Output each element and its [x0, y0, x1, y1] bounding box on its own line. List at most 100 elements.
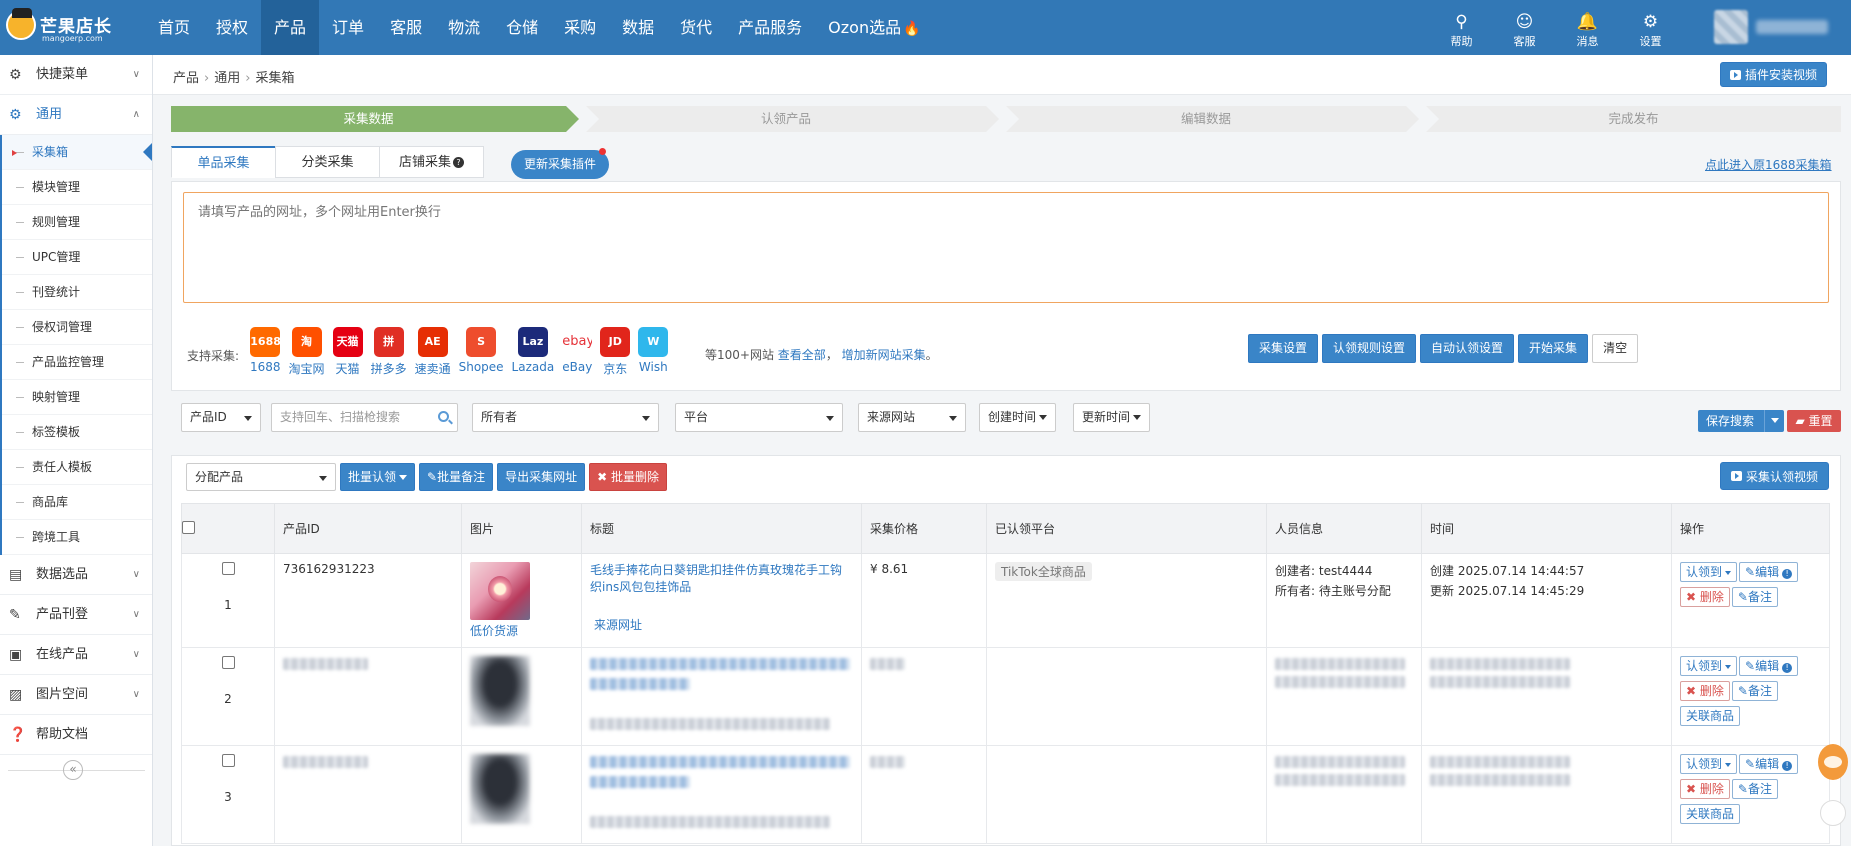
updated-time-sort[interactable]: 更新时间 [1073, 403, 1151, 432]
logo[interactable]: 芒果店长 mangoerp.com [6, 8, 126, 46]
customer-service-button[interactable]: ☺ 客服 [1493, 0, 1556, 55]
blurred-title[interactable] [590, 678, 690, 690]
link-product-button[interactable]: 关联商品 [1680, 804, 1741, 824]
product-thumbnail-blurred[interactable] [470, 754, 530, 824]
nav-item-7[interactable]: 采购 [551, 0, 609, 55]
nav-item-3[interactable]: 订单 [319, 0, 377, 55]
source-site-select[interactable]: 来源网站 [858, 403, 966, 432]
sidebar-group-help-docs[interactable]: ❓ 帮助文档 [0, 715, 152, 755]
product-id-select[interactable]: 产品ID [181, 403, 261, 432]
note-button[interactable]: ✎备注 [1731, 779, 1778, 799]
reset-button[interactable]: ▰ 重置 [1787, 410, 1841, 432]
batch-claim-button[interactable]: 批量认领 [340, 463, 416, 491]
product-thumbnail-blurred[interactable] [470, 656, 530, 726]
owner-select[interactable]: 所有者 [472, 403, 659, 432]
edit-button[interactable]: ✎编辑! [1739, 656, 1799, 676]
select-all-checkbox[interactable] [182, 520, 195, 534]
nav-item-2[interactable]: 产品 [261, 0, 320, 55]
view-all-link[interactable]: 查看全部 [778, 348, 826, 362]
nav-item-1[interactable]: 授权 [203, 0, 261, 55]
collapse-sidebar-icon[interactable]: « [63, 760, 83, 780]
row-checkbox[interactable] [221, 656, 235, 669]
platform-9[interactable]: W Wish [638, 327, 669, 377]
platform-3[interactable]: 拼拼多多 [371, 327, 407, 377]
source-url-link[interactable]: 来源网址 [590, 616, 853, 633]
sidebar-item-6[interactable]: 产品监控管理 [2, 345, 152, 380]
help-button[interactable]: ⚲ 帮助 [1430, 0, 1493, 55]
messages-button[interactable]: 🔔 消息 [1556, 0, 1619, 55]
platform-6[interactable]: Laz Lazada [512, 327, 554, 377]
sidebar-item-3[interactable]: UPC管理 [2, 240, 152, 275]
platform-select[interactable]: 平台 [675, 403, 843, 432]
platform-4[interactable]: AE 速卖通 [415, 327, 451, 377]
help-icon[interactable]: ? [453, 157, 464, 168]
batch-note-button[interactable]: ✎批量备注 [419, 463, 494, 491]
sidebar-group-data-selection[interactable]: ▤ 数据选品 ∨ [0, 555, 152, 595]
note-button[interactable]: ✎备注 [1731, 681, 1778, 701]
product-title-link[interactable]: 毛线手捧花向日葵钥匙扣挂件仿真玫瑰花手工钩织ins风包包挂饰品 [590, 562, 853, 596]
claim-to-button[interactable]: 认领到 [1680, 754, 1738, 774]
blurred-title[interactable] [590, 755, 850, 768]
delete-button[interactable]: ✖ 删除 [1680, 587, 1730, 607]
created-time-sort[interactable]: 创建时间 [979, 403, 1057, 432]
sidebar-item-11[interactable]: 跨境工具 [2, 520, 152, 555]
platform-8[interactable]: JD 京东 [600, 327, 631, 377]
collect-settings-button[interactable]: 采集设置 [1248, 334, 1319, 363]
update-plugin-button[interactable]: 更新采集插件 [511, 148, 610, 179]
nav-item-10[interactable]: 产品服务 [725, 0, 815, 55]
sidebar-group-general[interactable]: ⚙ 通用 ∧ [0, 95, 152, 135]
start-collect-button[interactable]: 开始采集 [1518, 334, 1589, 363]
sidebar-item-0[interactable]: 采集箱 [2, 135, 152, 170]
product-thumbnail[interactable] [470, 562, 530, 620]
row-checkbox[interactable] [221, 754, 235, 767]
nav-item-8[interactable]: 数据 [609, 0, 667, 55]
sidebar-group-quick-menu[interactable]: ⚙ 快捷菜单 ∨ [0, 55, 152, 95]
delete-button[interactable]: ✖ 删除 [1680, 779, 1730, 799]
blurred-title[interactable] [590, 657, 850, 670]
breadcrumb-item[interactable]: 通用 [214, 71, 240, 86]
sidebar-group-product-listing[interactable]: ✎ 产品刊登 ∨ [0, 595, 152, 635]
search-icon[interactable] [438, 411, 449, 422]
breadcrumb-item[interactable]: 产品 [173, 71, 199, 86]
assistant-mascot-icon[interactable] [1818, 744, 1848, 780]
add-site-link[interactable]: 增加新网站采集 [842, 348, 926, 362]
note-button[interactable]: ✎备注 [1731, 587, 1778, 607]
sidebar-item-2[interactable]: 规则管理 [2, 205, 152, 240]
save-search-button[interactable]: 保存搜索 [1698, 410, 1784, 432]
sidebar-group-online-products[interactable]: ▣ 在线产品 ∨ [0, 635, 152, 675]
sidebar-item-9[interactable]: 责任人模板 [2, 450, 152, 485]
sidebar-item-5[interactable]: 侵权词管理 [2, 310, 152, 345]
claim-to-button[interactable]: 认领到 [1680, 562, 1738, 582]
assign-product-select[interactable]: 分配产品 [186, 463, 336, 491]
batch-delete-button[interactable]: ✖ 批量删除 [589, 463, 668, 491]
platform-7[interactable]: ebay eBay [562, 327, 592, 377]
plugin-install-video-button[interactable]: 插件安装视频 [1720, 62, 1828, 87]
link-product-button[interactable]: 关联商品 [1680, 706, 1741, 726]
tab-single-collect[interactable]: 单品采集 [171, 146, 276, 178]
sidebar-item-4[interactable]: 刊登统计 [2, 275, 152, 310]
sidebar-item-10[interactable]: 商品库 [2, 485, 152, 520]
sidebar-item-7[interactable]: 映射管理 [2, 380, 152, 415]
sidebar-group-image-space[interactable]: ▨ 图片空间 ∨ [0, 675, 152, 715]
edit-button[interactable]: ✎编辑! [1739, 562, 1799, 582]
sidebar-item-1[interactable]: 模块管理 [2, 170, 152, 205]
platform-0[interactable]: 1688 1688 [250, 327, 281, 377]
export-urls-button[interactable]: 导出采集网址 [497, 463, 586, 491]
feedback-icon[interactable] [1820, 800, 1846, 826]
platform-2[interactable]: 天猫 天猫 [332, 327, 363, 377]
platform-1[interactable]: 淘淘宝网 [289, 327, 325, 377]
platform-5[interactable]: S Shopee [459, 327, 504, 377]
user-menu[interactable] [1710, 10, 1840, 46]
row-checkbox[interactable] [221, 562, 235, 575]
tab-category-collect[interactable]: 分类采集 [275, 146, 380, 178]
original-1688-link[interactable]: 点此进入原1688采集箱 [1705, 156, 1832, 173]
nav-item-9[interactable]: 货代 [667, 0, 725, 55]
search-input[interactable]: 支持回车、扫描枪搜索 [271, 403, 458, 432]
edit-button[interactable]: ✎编辑! [1739, 754, 1799, 774]
claim-rules-button[interactable]: 认领规则设置 [1322, 334, 1417, 363]
product-url-input[interactable] [183, 192, 1829, 303]
low-price-source-link[interactable]: 低价货源 [470, 622, 573, 639]
nav-item-5[interactable]: 物流 [435, 0, 493, 55]
nav-item-4[interactable]: 客服 [377, 0, 435, 55]
delete-button[interactable]: ✖ 删除 [1680, 681, 1730, 701]
